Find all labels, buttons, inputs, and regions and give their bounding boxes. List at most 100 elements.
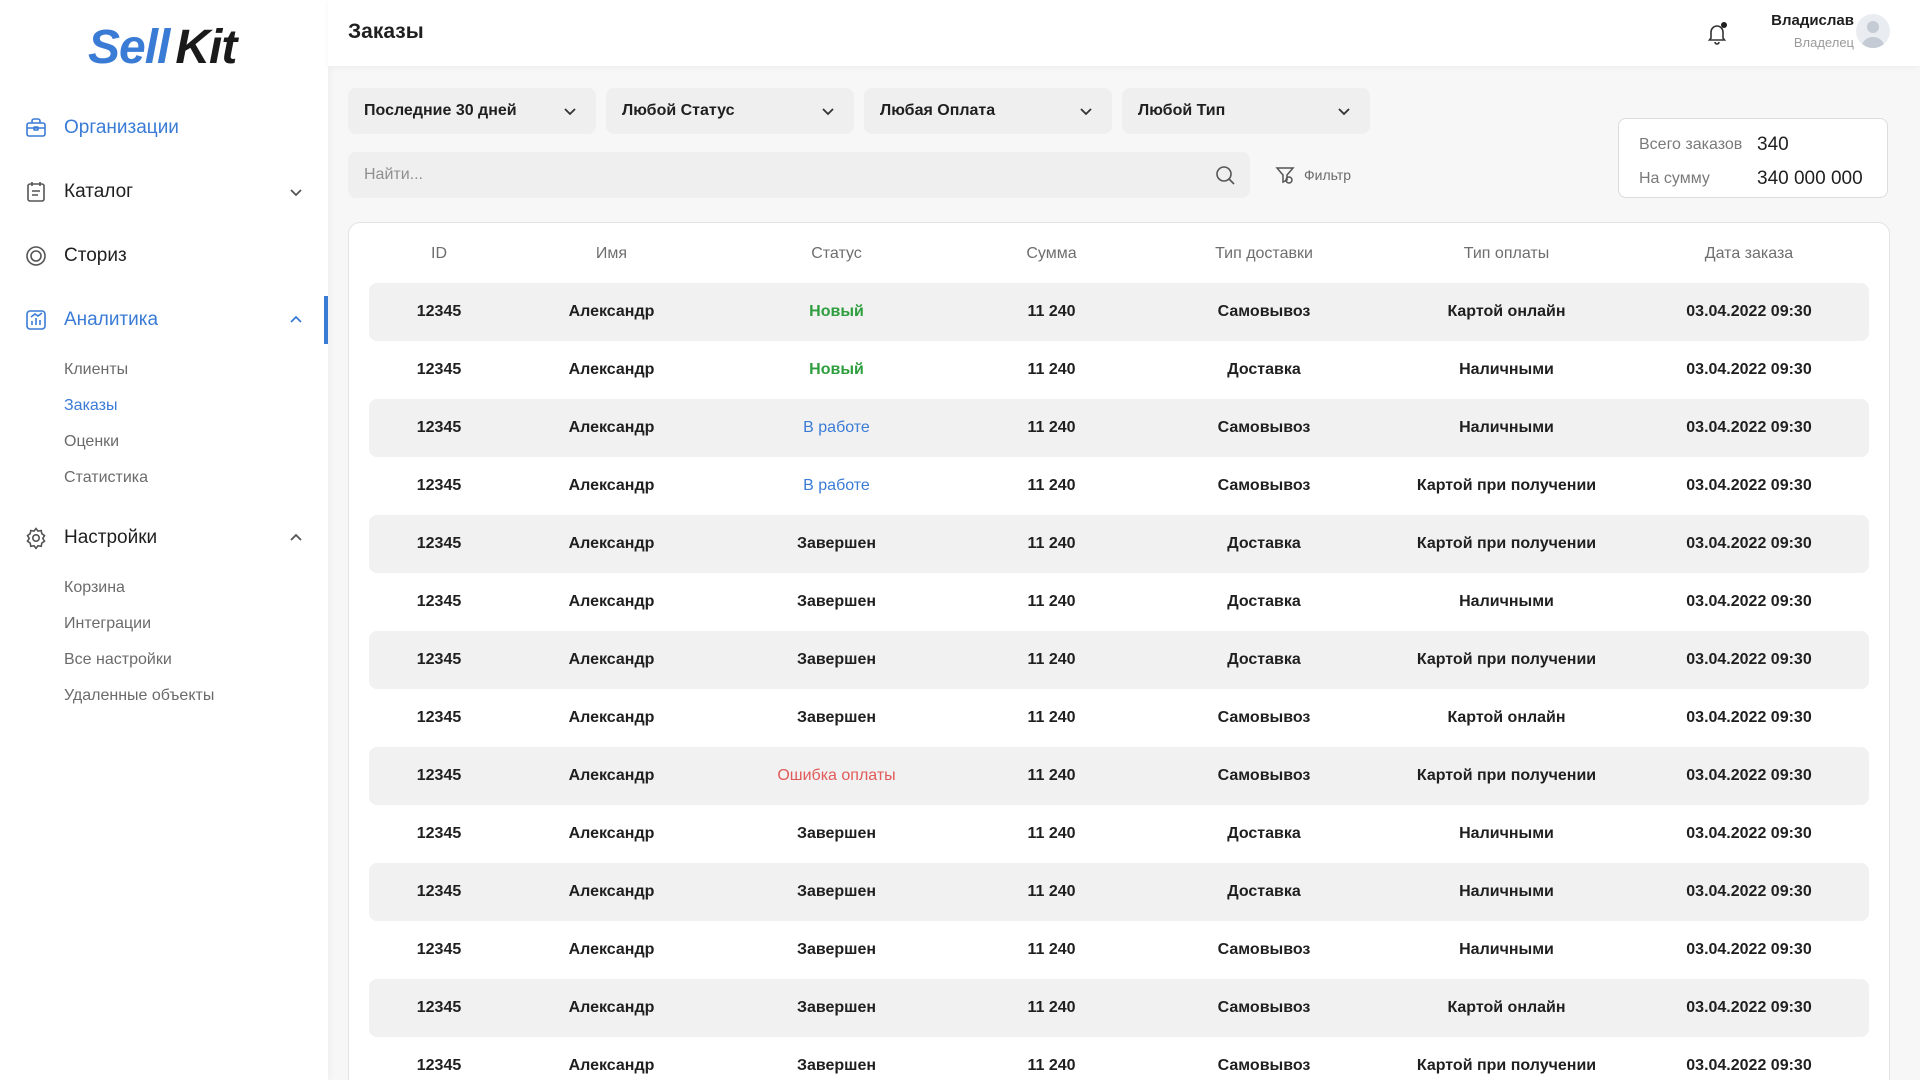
sidebar-subitem-statistics[interactable]: Статистика <box>64 460 328 496</box>
cell-payment-type: Наличными <box>1459 361 1554 378</box>
column-header-order-date[interactable]: Дата заказа <box>1629 245 1869 269</box>
filter-button[interactable]: Фильтр <box>1274 162 1351 188</box>
cell-name: Александр <box>568 535 655 552</box>
cell-name: Александр <box>568 419 655 436</box>
cell-payment-type: Картой онлайн <box>1447 709 1566 726</box>
sidebar-subitem-orders[interactable]: Заказы <box>64 388 328 424</box>
settings-submenu: Корзина Интеграции Все настройки Удаленн… <box>0 570 328 714</box>
status-dropdown-value: Любой Статус <box>622 102 735 119</box>
table-row[interactable]: 12345 Александр Завершен 11 240 Самовывоз Нал… <box>369 921 1869 979</box>
sidebar-subitem-ratings[interactable]: Оценки <box>64 424 328 460</box>
filter-button-label: Фильтр <box>1304 167 1352 183</box>
chevron-up-icon[interactable] <box>286 528 306 548</box>
chevron-up-icon[interactable] <box>286 310 306 330</box>
sidebar: Sell Kit Организации Каталог Сториз Анал… <box>0 0 328 1080</box>
search-box <box>348 152 1250 198</box>
table-row[interactable]: 12345 Александр Ошибка оплаты 11 240 Самовыв… <box>369 747 1869 805</box>
cell-payment-type: Наличными <box>1459 883 1554 900</box>
cell-delivery-type: Самовывоз <box>1217 419 1311 436</box>
chevron-down-icon <box>1338 108 1350 116</box>
logo-part-sell: Sell <box>88 21 170 74</box>
cell-name: Александр <box>568 767 655 784</box>
table-row[interactable]: 12345 Александр Завершен 11 240 Доставка Нали… <box>369 863 1869 921</box>
table-row[interactable]: 12345 Александр Новый 11 240 Доставка Наличны… <box>369 341 1869 399</box>
cell-delivery-type: Самовывоз <box>1217 477 1311 494</box>
cell-order-date: 03.04.2022 09:30 <box>1686 477 1812 494</box>
chevron-down-icon <box>564 108 576 116</box>
table-row[interactable]: 12345 Александр Завершен 11 240 Доставка Карт… <box>369 515 1869 573</box>
column-header-status[interactable]: Статус <box>714 245 959 269</box>
sidebar-item-analytics[interactable]: Аналитика <box>0 288 328 352</box>
logo-part-kit: Kit <box>175 21 237 74</box>
total-sum-label: На сумму <box>1639 170 1710 187</box>
table-row[interactable]: 12345 Александр Завершен 11 240 Доставка Нали… <box>369 573 1869 631</box>
cell-payment-type: Картой онлайн <box>1447 999 1566 1016</box>
column-header-sum[interactable]: Сумма <box>959 245 1144 269</box>
cell-name: Александр <box>568 999 655 1016</box>
sidebar-item-organizations[interactable]: Организации <box>0 96 328 160</box>
top-header: Заказы Владислав Владелец <box>328 0 1920 66</box>
cell-status: Завершен <box>796 825 877 842</box>
bell-icon[interactable] <box>1704 20 1730 46</box>
table-body: 12345 Александр Новый 11 240 Самовывоз Картой… <box>369 283 1869 1080</box>
sidebar-subitem-cart[interactable]: Корзина <box>64 570 328 606</box>
cell-sum: 11 240 <box>1027 709 1076 726</box>
cell-order-date: 03.04.2022 09:30 <box>1686 593 1812 610</box>
logo[interactable]: Sell Kit <box>88 20 237 76</box>
user-info[interactable]: Владислав Владелец <box>1771 12 1854 50</box>
cell-id: 12345 <box>416 941 462 958</box>
table-row[interactable]: 12345 Александр В работе 11 240 Самовывоз Кар… <box>369 457 1869 515</box>
cell-id: 12345 <box>416 593 462 610</box>
chevron-down-icon[interactable] <box>286 182 306 202</box>
cell-id: 12345 <box>416 767 462 784</box>
cell-name: Александр <box>568 883 655 900</box>
cell-id: 12345 <box>416 651 462 668</box>
table-row[interactable]: 12345 Александр Завершен 11 240 Самовывоз Кар… <box>369 979 1869 1037</box>
cell-order-date: 03.04.2022 09:30 <box>1686 535 1812 552</box>
sidebar-subitem-deleted-objects[interactable]: Удаленные объекты <box>64 678 328 714</box>
sidebar-item-stories[interactable]: Сториз <box>0 224 328 288</box>
search-icon[interactable] <box>1214 164 1236 186</box>
cell-order-date: 03.04.2022 09:30 <box>1686 825 1812 842</box>
avatar[interactable] <box>1856 14 1890 48</box>
cell-payment-type: Картой при получении <box>1416 1057 1597 1074</box>
search-input[interactable] <box>364 166 1184 184</box>
cell-id: 12345 <box>416 477 462 494</box>
table-row[interactable]: 12345 Александр В работе 11 240 Самовывоз Нал… <box>369 399 1869 457</box>
type-dropdown[interactable]: Любой Тип <box>1122 88 1370 134</box>
payment-dropdown[interactable]: Любая Оплата <box>864 88 1112 134</box>
column-header-id[interactable]: ID <box>369 245 509 269</box>
cell-name: Александр <box>568 477 655 494</box>
sidebar-subitem-integrations[interactable]: Интеграции <box>64 606 328 642</box>
cell-payment-type: Наличными <box>1459 825 1554 842</box>
period-dropdown[interactable]: Последние 30 дней <box>348 88 596 134</box>
column-header-delivery-type[interactable]: Тип доставки <box>1144 245 1384 269</box>
table-row[interactable]: 12345 Александр Завершен 11 240 Самовывоз Кар… <box>369 1037 1869 1080</box>
column-header-payment-type[interactable]: Тип оплаты <box>1384 245 1629 269</box>
orders-table: ID Имя Статус Сумма Тип доставки Тип опл… <box>348 222 1890 1080</box>
cell-id: 12345 <box>416 883 462 900</box>
table-row[interactable]: 12345 Александр Завершен 11 240 Доставка Нали… <box>369 805 1869 863</box>
cell-payment-type: Картой при получении <box>1416 651 1597 668</box>
cell-delivery-type: Самовывоз <box>1217 941 1311 958</box>
table-row[interactable]: 12345 Александр Новый 11 240 Самовывоз Картой… <box>369 283 1869 341</box>
sidebar-item-settings[interactable]: Настройки <box>0 506 328 570</box>
sidebar-subitem-clients[interactable]: Клиенты <box>64 352 328 388</box>
cell-order-date: 03.04.2022 09:30 <box>1686 361 1812 378</box>
sidebar-item-label: Аналитика <box>64 309 159 330</box>
cell-delivery-type: Самовывоз <box>1217 709 1311 726</box>
table-row[interactable]: 12345 Александр Завершен 11 240 Доставка Карт… <box>369 631 1869 689</box>
cell-payment-type: Картой при получении <box>1416 535 1597 552</box>
column-header-name[interactable]: Имя <box>509 245 714 269</box>
sidebar-item-catalog[interactable]: Каталог <box>0 160 328 224</box>
sidebar-item-label: Организации <box>64 117 179 138</box>
cell-sum: 11 240 <box>1027 999 1076 1016</box>
cell-id: 12345 <box>416 1057 462 1074</box>
status-dropdown[interactable]: Любой Статус <box>606 88 854 134</box>
cell-sum: 11 240 <box>1027 1057 1076 1074</box>
cell-name: Александр <box>568 941 655 958</box>
sidebar-nav: Организации Каталог Сториз Аналитика Кли… <box>0 96 328 714</box>
sidebar-subitem-all-settings[interactable]: Все настройки <box>64 642 328 678</box>
cell-status: В работе <box>803 477 870 494</box>
table-row[interactable]: 12345 Александр Завершен 11 240 Самовывоз Кар… <box>369 689 1869 747</box>
